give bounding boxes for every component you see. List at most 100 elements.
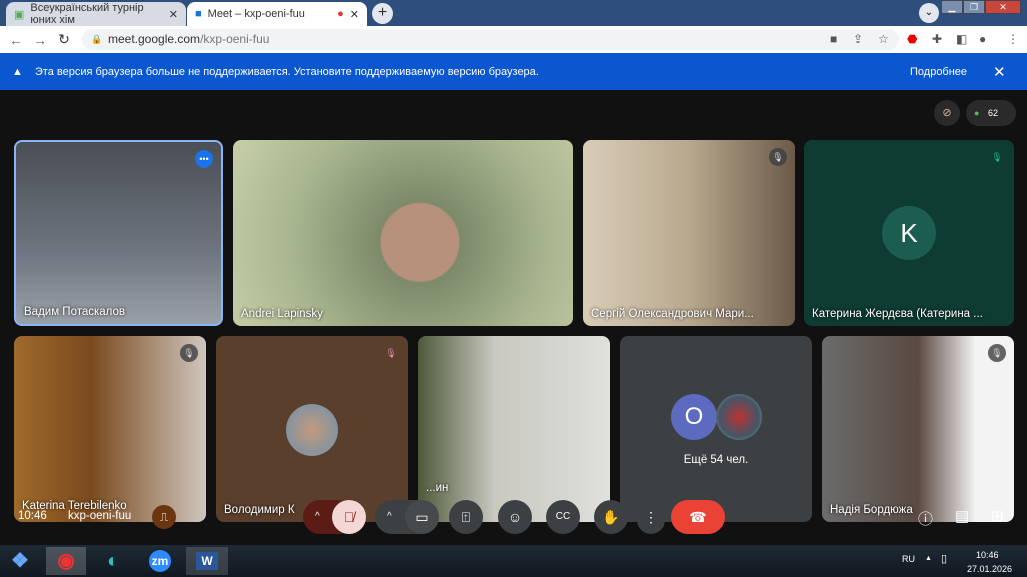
browser-tab-strip: ▣ Всеукраїнський турнір юних хім ✕ ■ Meet –… <box>0 0 1027 26</box>
kebab-icon: ⋮ <box>644 509 658 525</box>
participant-name: Сергій Олександрович Мари... <box>591 308 754 320</box>
address-bar-row: ← → ↻ 🔒 meet.google.com/kxp-oeni-fuu ■ ⇪ … <box>0 26 1027 53</box>
lock-icon: 🔒 <box>91 34 103 44</box>
url-host: meet.google.com <box>108 32 201 46</box>
avatar <box>286 404 338 456</box>
activities-icon[interactable]: ⊞ <box>991 507 1004 525</box>
clock-date[interactable]: 27.01.2026 <box>967 564 1012 574</box>
reactions-button[interactable]: ☺ <box>498 500 532 534</box>
participant-name: Надія Бордюжа <box>830 504 913 516</box>
share-icon[interactable]: ⇪ <box>853 32 863 46</box>
warning-icon: ▲ <box>12 65 23 78</box>
leave-call-button[interactable]: ☎ <box>671 500 725 534</box>
tray-expand-icon[interactable]: ▲ <box>925 555 932 562</box>
participant-tile[interactable]: ••• Вадим Потаскалов <box>14 140 223 326</box>
hide-tiles-button[interactable]: ⊘ <box>934 100 960 126</box>
companion-icon[interactable]: ⎍ <box>152 505 176 529</box>
close-tab-icon[interactable]: ✕ <box>169 8 178 21</box>
window-controls: ▁ ❐ ✕ <box>941 0 1021 14</box>
participant-tile[interactable]: Andrei Lapinsky <box>233 140 573 326</box>
new-tab-button[interactable]: + <box>372 3 393 24</box>
power-tray-icon[interactable]: ▯ <box>941 552 947 565</box>
adblock-icon[interactable]: ⬣ <box>907 32 917 46</box>
tab-favicon-icon: ▣ <box>14 8 25 21</box>
meet-favicon-icon: ■ <box>195 8 202 20</box>
mic-off-icon: 🎙 <box>385 348 397 358</box>
captions-button[interactable]: CC <box>546 500 580 534</box>
avatar <box>716 394 762 440</box>
menu-kebab-icon[interactable]: ⋮ <box>1007 32 1019 46</box>
camera-icon[interactable]: ■ <box>830 32 837 46</box>
back-icon[interactable]: ← <box>4 32 28 48</box>
reload-icon[interactable]: ↻ <box>52 31 76 48</box>
captions-icon: CC <box>555 511 571 522</box>
clock-time[interactable]: 10:46 <box>976 550 999 560</box>
tab-tournament[interactable]: ▣ Всеукраїнський турнір юних хім ✕ <box>6 2 186 26</box>
windows-taskbar: ❖ ◉ ◐ zm W RU ▲ ▯ 10:46 27.01.2026 <box>0 545 1027 577</box>
mic-toggle-button[interactable]: 🎙̸ <box>332 500 366 534</box>
profile-avatar-icon[interactable]: ● <box>979 32 986 46</box>
raise-hand-button[interactable]: ✋ <box>594 500 628 534</box>
tab-title: Всеукраїнський турнір юних хім <box>30 2 144 26</box>
tab-meet[interactable]: ■ Meet – kxp-oeni-fuu ● ✕ <box>187 2 367 26</box>
start-button[interactable]: ❖ <box>0 547 40 575</box>
close-icon[interactable]: ✕ <box>993 63 1006 81</box>
more-participants-tile[interactable]: O Ещё 54 чел. <box>620 336 812 522</box>
url-path: /kxp-oeni-fuu <box>200 32 270 46</box>
participant-count: 62 <box>987 108 998 118</box>
participant-tile[interactable]: ...ин <box>418 336 610 522</box>
participant-tile[interactable]: 🎙 Katerina Terebilenko <box>14 336 206 522</box>
unsupported-browser-banner: ▲ Эта версия браузера больше не поддержи… <box>0 53 1027 90</box>
chat-icon[interactable]: ▤ <box>955 507 969 525</box>
participant-tile[interactable]: 🎙 Надія Бордюжа <box>822 336 1014 522</box>
participants-avatars-icon: ● <box>974 108 980 118</box>
mic-off-icon: 🎙 <box>180 344 198 362</box>
close-tab-icon[interactable]: ✕ <box>350 8 359 21</box>
word-taskbar-icon[interactable]: W <box>186 547 228 575</box>
meeting-time: 10:46 <box>18 510 47 522</box>
participant-tile[interactable]: 🎙 Сергій Олександрович Мари... <box>583 140 795 326</box>
emoji-icon: ☺ <box>507 509 523 525</box>
star-icon[interactable]: ☆ <box>878 32 889 46</box>
side-panel-icon[interactable]: ◧ <box>956 32 967 46</box>
zoom-icon-label: zm <box>148 550 172 572</box>
speaking-indicator-icon: ••• <box>195 150 213 168</box>
close-window-button[interactable]: ✕ <box>985 0 1021 14</box>
more-options-button[interactable]: ⋮ <box>637 500 665 534</box>
hand-icon: ✋ <box>602 509 620 525</box>
participant-tile[interactable]: 🎙 K Катерина Жердєва (Катерина ... <box>804 140 1014 326</box>
learn-more-link[interactable]: Подробнее <box>910 66 967 78</box>
minimize-button[interactable]: ▁ <box>941 0 963 14</box>
mic-off-icon: 🎙 <box>991 152 1003 162</box>
mic-off-icon: 🎙̸ <box>343 509 355 525</box>
restore-button[interactable]: ❐ <box>963 0 985 14</box>
word-icon-label: W <box>196 552 218 570</box>
more-participants-label: Ещё 54 чел. <box>683 454 749 466</box>
language-indicator[interactable]: RU <box>902 554 915 564</box>
participant-name: Вадим Потаскалов <box>24 306 126 318</box>
camera-toggle-button[interactable]: ▭ <box>405 500 439 534</box>
tab-title: Meet – kxp-oeni-fuu <box>207 8 305 20</box>
participant-name: ...ин <box>426 482 449 494</box>
tab-search-chevron-down-icon[interactable]: ⌄ <box>919 3 939 23</box>
meeting-details-icon[interactable]: ⓘ <box>918 508 933 529</box>
zoom-taskbar-icon[interactable]: zm <box>140 547 180 575</box>
present-icon: ⍐ <box>461 509 471 525</box>
avatar: O <box>671 394 717 440</box>
meeting-code: kxp-oeni-fuu <box>68 510 132 522</box>
edge-taskbar-icon[interactable]: ◐ <box>93 547 133 575</box>
recording-icon: ● <box>337 8 344 20</box>
participant-name: Катерина Жердєва (Катерина ... <box>812 308 983 320</box>
present-screen-button[interactable]: ⍐ <box>449 500 483 534</box>
extensions-icon[interactable]: ✚ <box>932 32 942 46</box>
participant-tile[interactable]: 🎙 Володимир К <box>216 336 408 522</box>
participants-button[interactable]: ● 62 <box>966 100 1016 126</box>
chrome-taskbar-icon[interactable]: ◉ <box>46 547 86 575</box>
avatar: K <box>882 206 936 260</box>
url-input[interactable]: 🔒 meet.google.com/kxp-oeni-fuu <box>82 29 377 50</box>
mic-off-icon: 🎙 <box>769 148 787 166</box>
participant-name: Володимир К <box>224 504 295 516</box>
mic-off-icon: 🎙 <box>988 344 1006 362</box>
video-camera-icon: ▭ <box>415 509 429 525</box>
forward-icon[interactable]: → <box>28 32 52 48</box>
